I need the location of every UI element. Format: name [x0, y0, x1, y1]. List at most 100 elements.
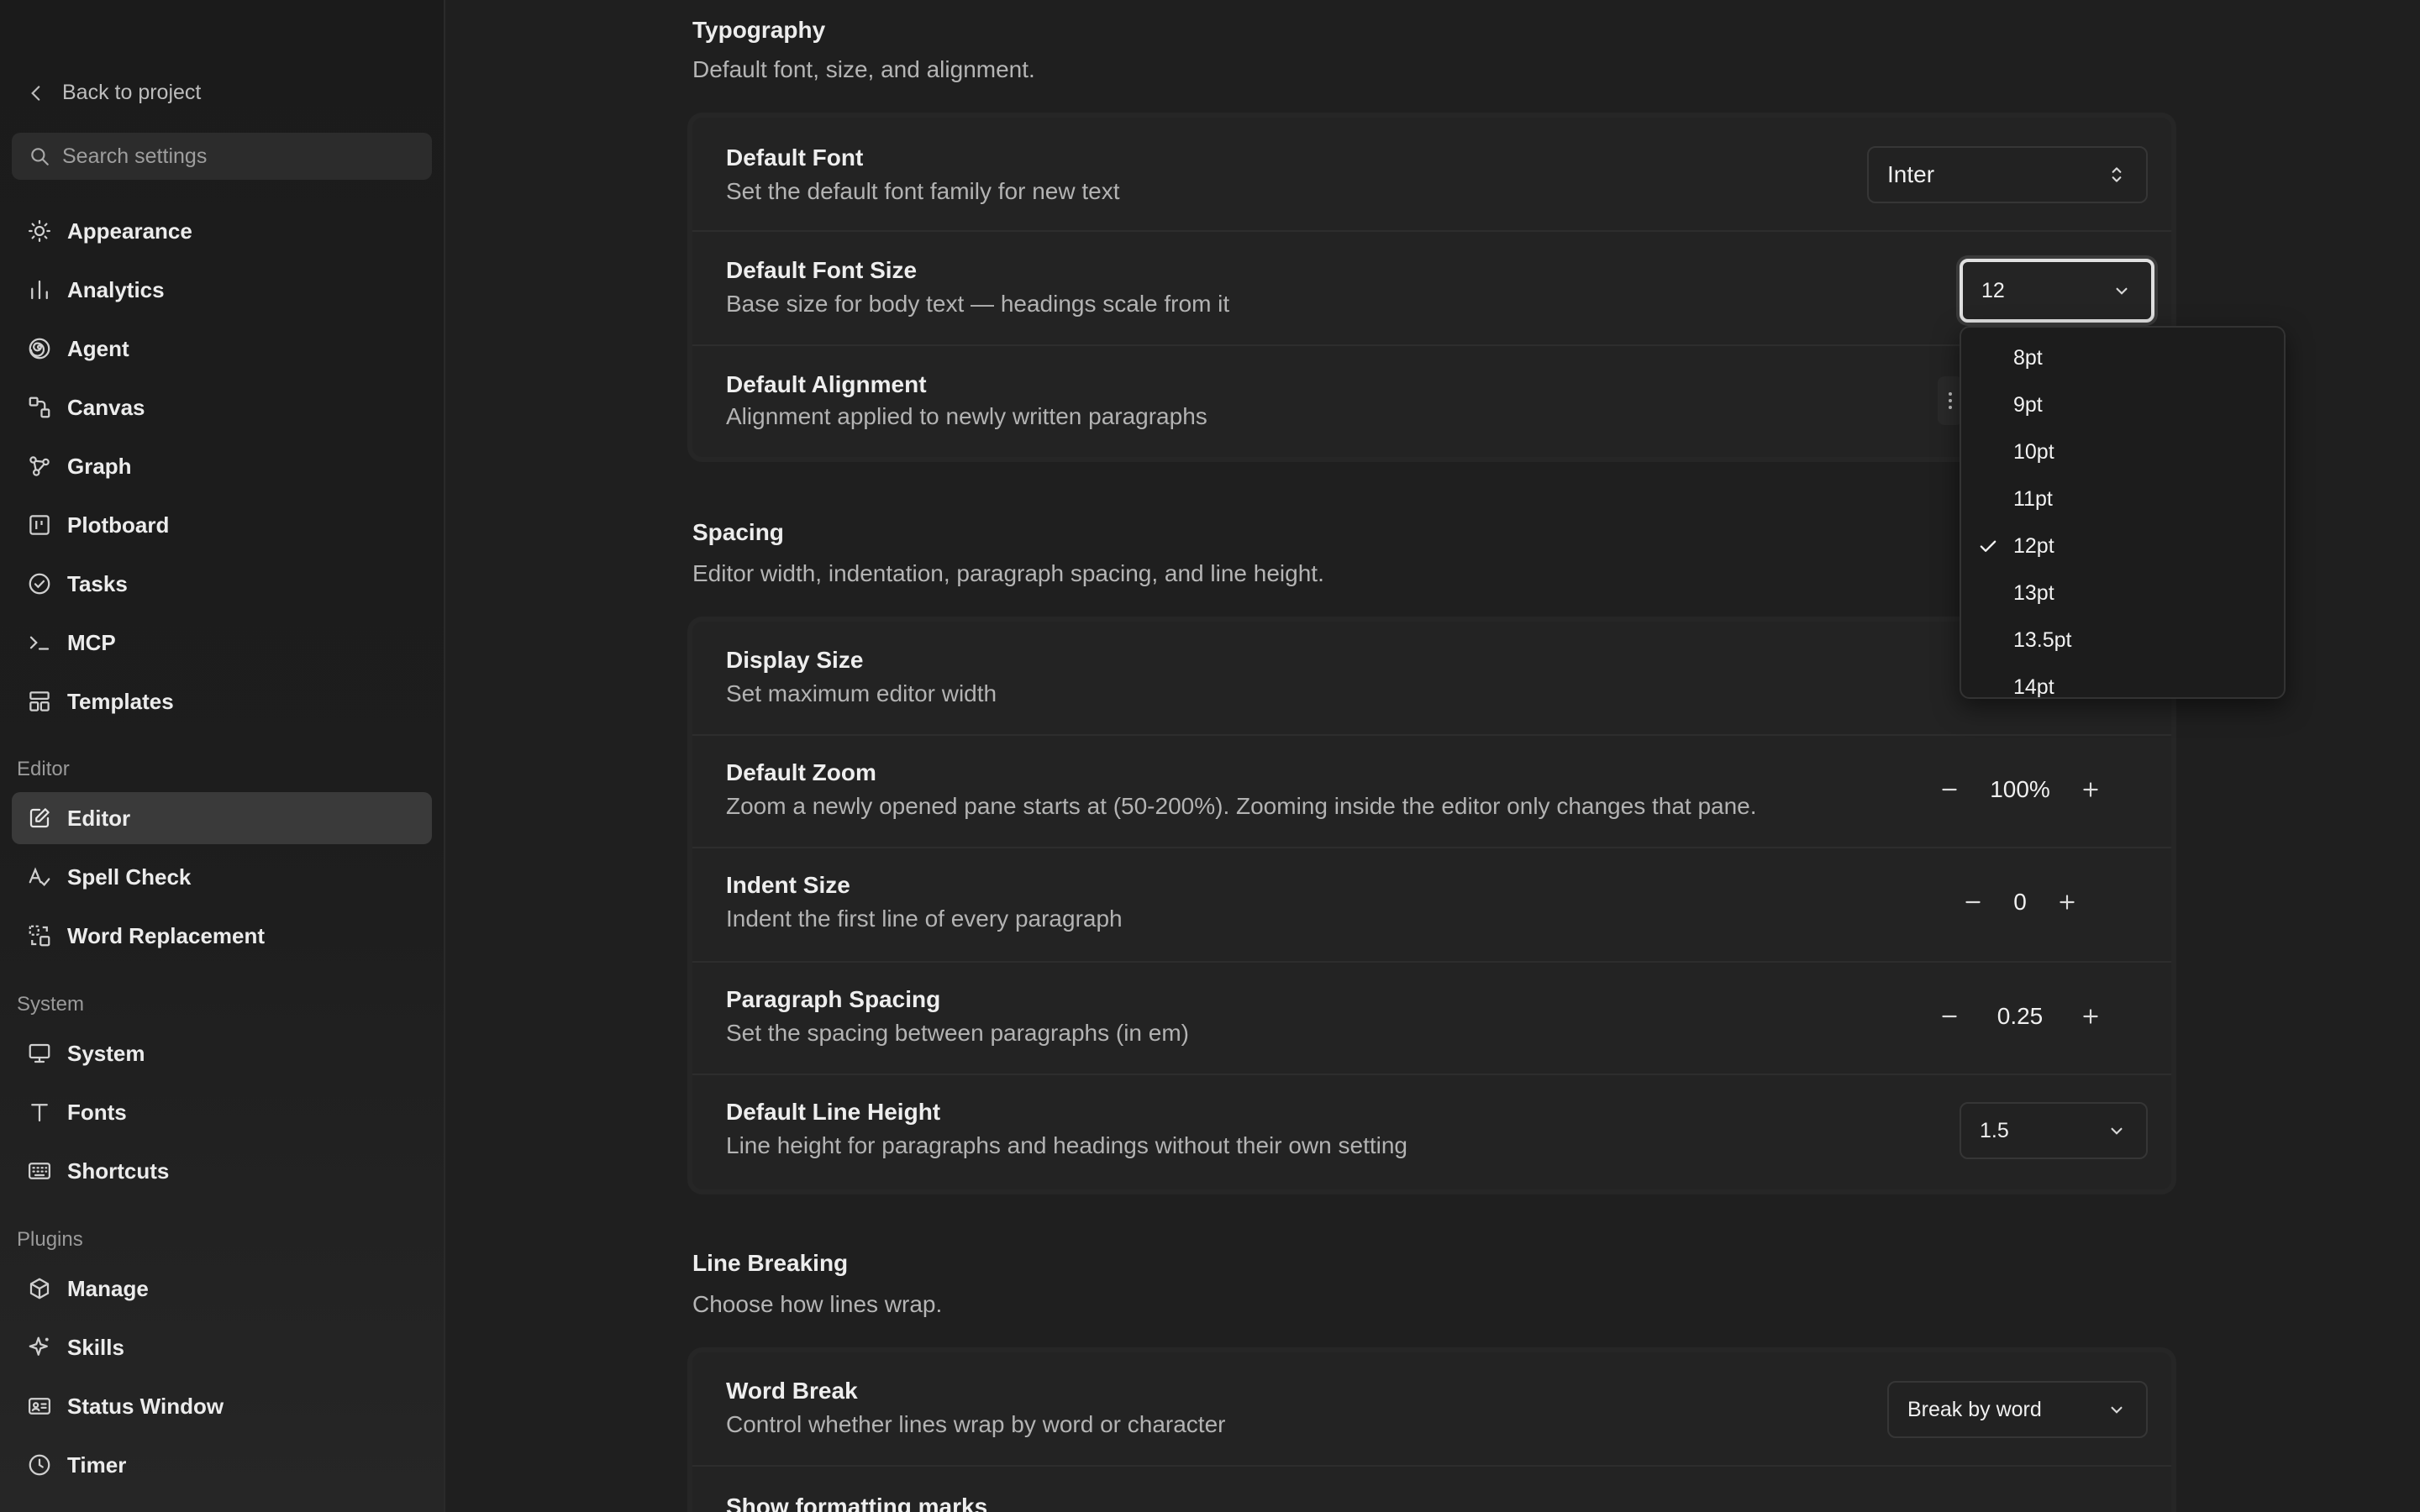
setting-title: Display Size: [726, 647, 864, 673]
sidebar-item-templates[interactable]: Templates: [12, 675, 432, 727]
back-to-project-link[interactable]: Back to project: [25, 81, 201, 105]
sidebar-item-status-window[interactable]: Status Window: [12, 1380, 432, 1432]
option-label: 14pt: [2013, 675, 2054, 699]
sidebar-item-appearance[interactable]: Appearance: [12, 205, 432, 257]
line-height-select[interactable]: 1.5: [1960, 1102, 2148, 1159]
templates-icon: [29, 691, 50, 711]
spiral-icon: [29, 338, 50, 360]
default-font-select[interactable]: Inter: [1867, 146, 2148, 203]
type-icon: [31, 1104, 48, 1122]
sidebar-item-tasks[interactable]: Tasks: [12, 558, 432, 610]
dropdown-option-9pt[interactable]: 9pt: [1961, 381, 2284, 428]
setting-title: Default Font Size: [726, 257, 918, 283]
setting-row-default-font-size: Default Font Size Base size for body tex…: [692, 232, 2171, 346]
setting-row-word-break: Word Break Control whether lines wrap by…: [692, 1352, 2171, 1467]
setting-row-default-zoom: Default Zoom Zoom a newly opened pane st…: [692, 736, 2171, 848]
sidebar-item-label: Editor: [67, 805, 131, 831]
sidebar-item-canvas[interactable]: Canvas: [12, 381, 432, 433]
option-label: 9pt: [2013, 392, 2043, 417]
minus-icon: [1942, 1015, 1957, 1018]
chevron-down-icon: [2116, 287, 2128, 295]
sidebar-item-label: Shortcuts: [67, 1158, 170, 1184]
setting-desc: Alignment applied to newly written parag…: [726, 403, 1207, 429]
sidebar-item-fonts[interactable]: Fonts: [12, 1086, 432, 1138]
more-vertical-icon: [1949, 392, 1952, 409]
sidebar-item-label: System: [67, 1040, 145, 1066]
select-value: Inter: [1887, 161, 1935, 187]
clock-icon: [29, 1454, 50, 1476]
sidebar-item-agent[interactable]: Agent: [12, 323, 432, 375]
decrement-button[interactable]: [1933, 1000, 1966, 1033]
setting-row-line-height: Default Line Height Line height for para…: [692, 1075, 2171, 1189]
sidebar-item-editor[interactable]: Editor: [12, 792, 432, 844]
group-label-plugins: Plugins: [17, 1228, 83, 1251]
dropdown-option-11pt[interactable]: 11pt: [1961, 475, 2284, 522]
dropdown-option-10pt[interactable]: 10pt: [1961, 428, 2284, 475]
sidebar-item-system[interactable]: System: [12, 1027, 432, 1079]
minus-icon: [1965, 900, 1981, 904]
sidebar-item-graph[interactable]: Graph: [12, 440, 432, 492]
increment-button[interactable]: [2074, 773, 2107, 806]
board-icon: [29, 515, 50, 535]
settings-sidebar: Back to project Appearance Analytics Age…: [0, 0, 445, 1512]
setting-desc: Zoom a newly opened pane starts at (50-2…: [726, 793, 1757, 819]
sidebar-item-skills[interactable]: Skills: [12, 1321, 432, 1373]
package-icon: [29, 1278, 50, 1299]
increment-button[interactable]: [2074, 1000, 2107, 1033]
setting-title: Indent Size: [726, 872, 850, 898]
sidebar-item-label: Skills: [67, 1334, 124, 1360]
dropdown-option-14pt[interactable]: 14pt: [1961, 664, 2284, 699]
sidebar-item-mcp[interactable]: MCP: [12, 617, 432, 669]
sidebar-item-label: Tasks: [67, 570, 128, 596]
setting-title: Word Break: [726, 1378, 858, 1404]
minus-icon: [1942, 788, 1957, 791]
setting-title: Default Zoom: [726, 759, 876, 785]
graph-icon: [29, 456, 50, 476]
setting-title: Show formatting marks: [726, 1494, 988, 1512]
sidebar-item-analytics[interactable]: Analytics: [12, 264, 432, 316]
plus-icon: [2083, 1009, 2098, 1024]
option-label: 12pt: [2013, 533, 2054, 558]
plus-icon: [2060, 895, 2075, 910]
setting-title: Default Line Height: [726, 1099, 941, 1125]
setting-desc: Set the spacing between paragraphs (in e…: [726, 1020, 1189, 1046]
spellcheck-icon: [29, 867, 50, 887]
dropdown-option-13pt[interactable]: 13pt: [1961, 570, 2284, 617]
paragraph-spacing-stepper: 0.25: [1933, 1000, 2107, 1033]
sidebar-item-spell-check[interactable]: Spell Check: [12, 851, 432, 903]
sidebar-item-manage[interactable]: Manage: [12, 1263, 432, 1315]
sidebar-item-label: MCP: [67, 629, 116, 655]
setting-desc: Base size for body text — headings scale…: [726, 291, 1230, 317]
bar-chart-icon: [31, 280, 48, 300]
setting-desc: Set the default font family for new text: [726, 178, 1120, 204]
line-breaking-card: Word Break Control whether lines wrap by…: [687, 1347, 2176, 1512]
check-circle-icon: [29, 573, 50, 595]
setting-row-indent-size: Indent Size Indent the first line of eve…: [692, 848, 2171, 963]
sidebar-item-timer[interactable]: Timer: [12, 1439, 432, 1491]
check-icon: [1980, 540, 1996, 552]
sidebar-item-shortcuts[interactable]: Shortcuts: [12, 1145, 432, 1197]
search-icon: [31, 148, 49, 165]
indent-size-stepper: 0: [1956, 885, 2084, 919]
chevron-left-icon: [31, 85, 40, 101]
search-input[interactable]: [62, 144, 415, 169]
group-label-system: System: [17, 993, 85, 1016]
dropdown-option-13-5pt[interactable]: 13.5pt: [1961, 617, 2284, 664]
decrement-button[interactable]: [1956, 885, 1990, 919]
search-box[interactable]: [12, 133, 432, 180]
default-font-size-select[interactable]: 12: [1960, 259, 2154, 323]
dropdown-option-12pt[interactable]: 12pt: [1961, 522, 2284, 570]
keyboard-icon: [29, 1163, 50, 1179]
spacing-card: Display Size Set maximum editor width De…: [687, 617, 2176, 1194]
group-label-editor: Editor: [17, 758, 70, 780]
sidebar-item-plotboard[interactable]: Plotboard: [12, 499, 432, 551]
decrement-button[interactable]: [1933, 773, 1966, 806]
dropdown-option-8pt[interactable]: 8pt: [1961, 334, 2284, 381]
sidebar-item-word-replacement[interactable]: Word Replacement: [12, 910, 432, 962]
word-break-select[interactable]: Break by word: [1887, 1381, 2148, 1438]
increment-button[interactable]: [2050, 885, 2084, 919]
option-label: 13pt: [2013, 580, 2054, 605]
option-label: 10pt: [2013, 439, 2054, 464]
select-value: 1.5: [1980, 1118, 2009, 1142]
chevron-up-down-icon: [2112, 167, 2122, 182]
